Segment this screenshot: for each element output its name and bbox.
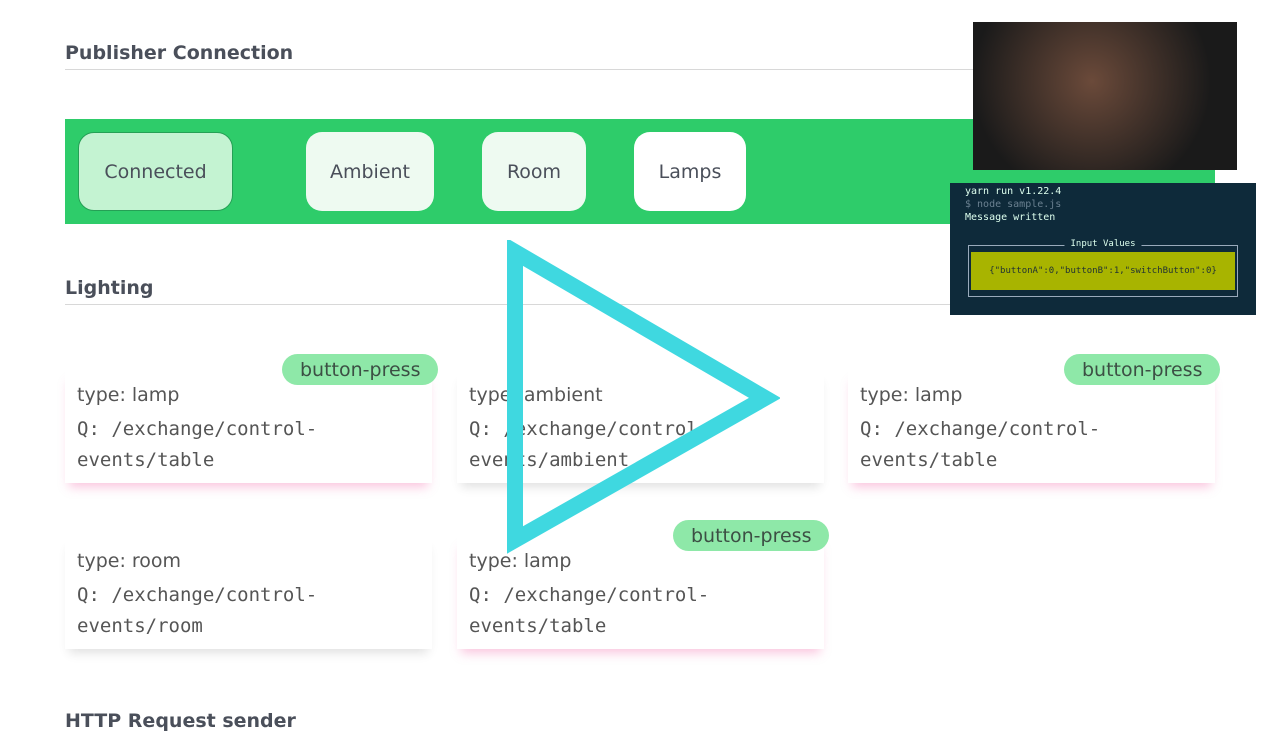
- card-queue: events/table: [469, 615, 607, 637]
- lighting-card[interactable]: type: lamp Q: /exchange/control-events/ta…: [848, 370, 1215, 483]
- card-type: type: lamp: [860, 384, 963, 406]
- lamps-button[interactable]: Lamps: [634, 132, 746, 211]
- button-press-badge: button-press: [282, 354, 439, 385]
- http-request-heading: HTTP Request sender: [65, 710, 296, 732]
- card-queue: events/room: [77, 615, 203, 637]
- play-icon[interactable]: [505, 240, 780, 555]
- input-values-box: Input Values {"buttonA":0,"buttonB":1,"sw…: [968, 239, 1238, 297]
- card-queue: Q: /exchange/control-: [77, 418, 318, 440]
- card-queue: Q: /exchange/control-: [77, 584, 318, 606]
- lighting-heading: Lighting: [65, 277, 154, 299]
- input-values-value: {"buttonA":0,"buttonB":1,"switchButton":…: [971, 252, 1235, 290]
- terminal-line: Message written: [965, 212, 1056, 223]
- ambient-button[interactable]: Ambient: [306, 132, 434, 211]
- terminal-line: $ node sample.js: [965, 199, 1062, 210]
- room-button[interactable]: Room: [482, 132, 586, 211]
- terminal-overlay: yarn run v1.22.4 $ node sample.js Messag…: [950, 183, 1256, 315]
- video-overlay-device: [973, 22, 1237, 170]
- publisher-connection-heading: Publisher Connection: [65, 42, 294, 64]
- card-queue: Q: /exchange/control-: [860, 418, 1101, 440]
- lighting-card[interactable]: type: lamp Q: /exchange/control-events/ta…: [65, 370, 432, 483]
- lighting-card[interactable]: type: room Q: /exchange/control-events/ro…: [65, 536, 432, 649]
- connected-button[interactable]: Connected: [78, 132, 233, 211]
- card-type: type: lamp: [77, 384, 180, 406]
- terminal-line: yarn run v1.22.4: [965, 186, 1062, 197]
- card-type: type: room: [77, 550, 182, 572]
- input-values-label: Input Values: [1064, 239, 1142, 249]
- button-press-badge: button-press: [1064, 354, 1221, 385]
- card-queue: events/table: [860, 449, 998, 471]
- card-queue: Q: /exchange/control-: [469, 584, 710, 606]
- card-queue: events/table: [77, 449, 215, 471]
